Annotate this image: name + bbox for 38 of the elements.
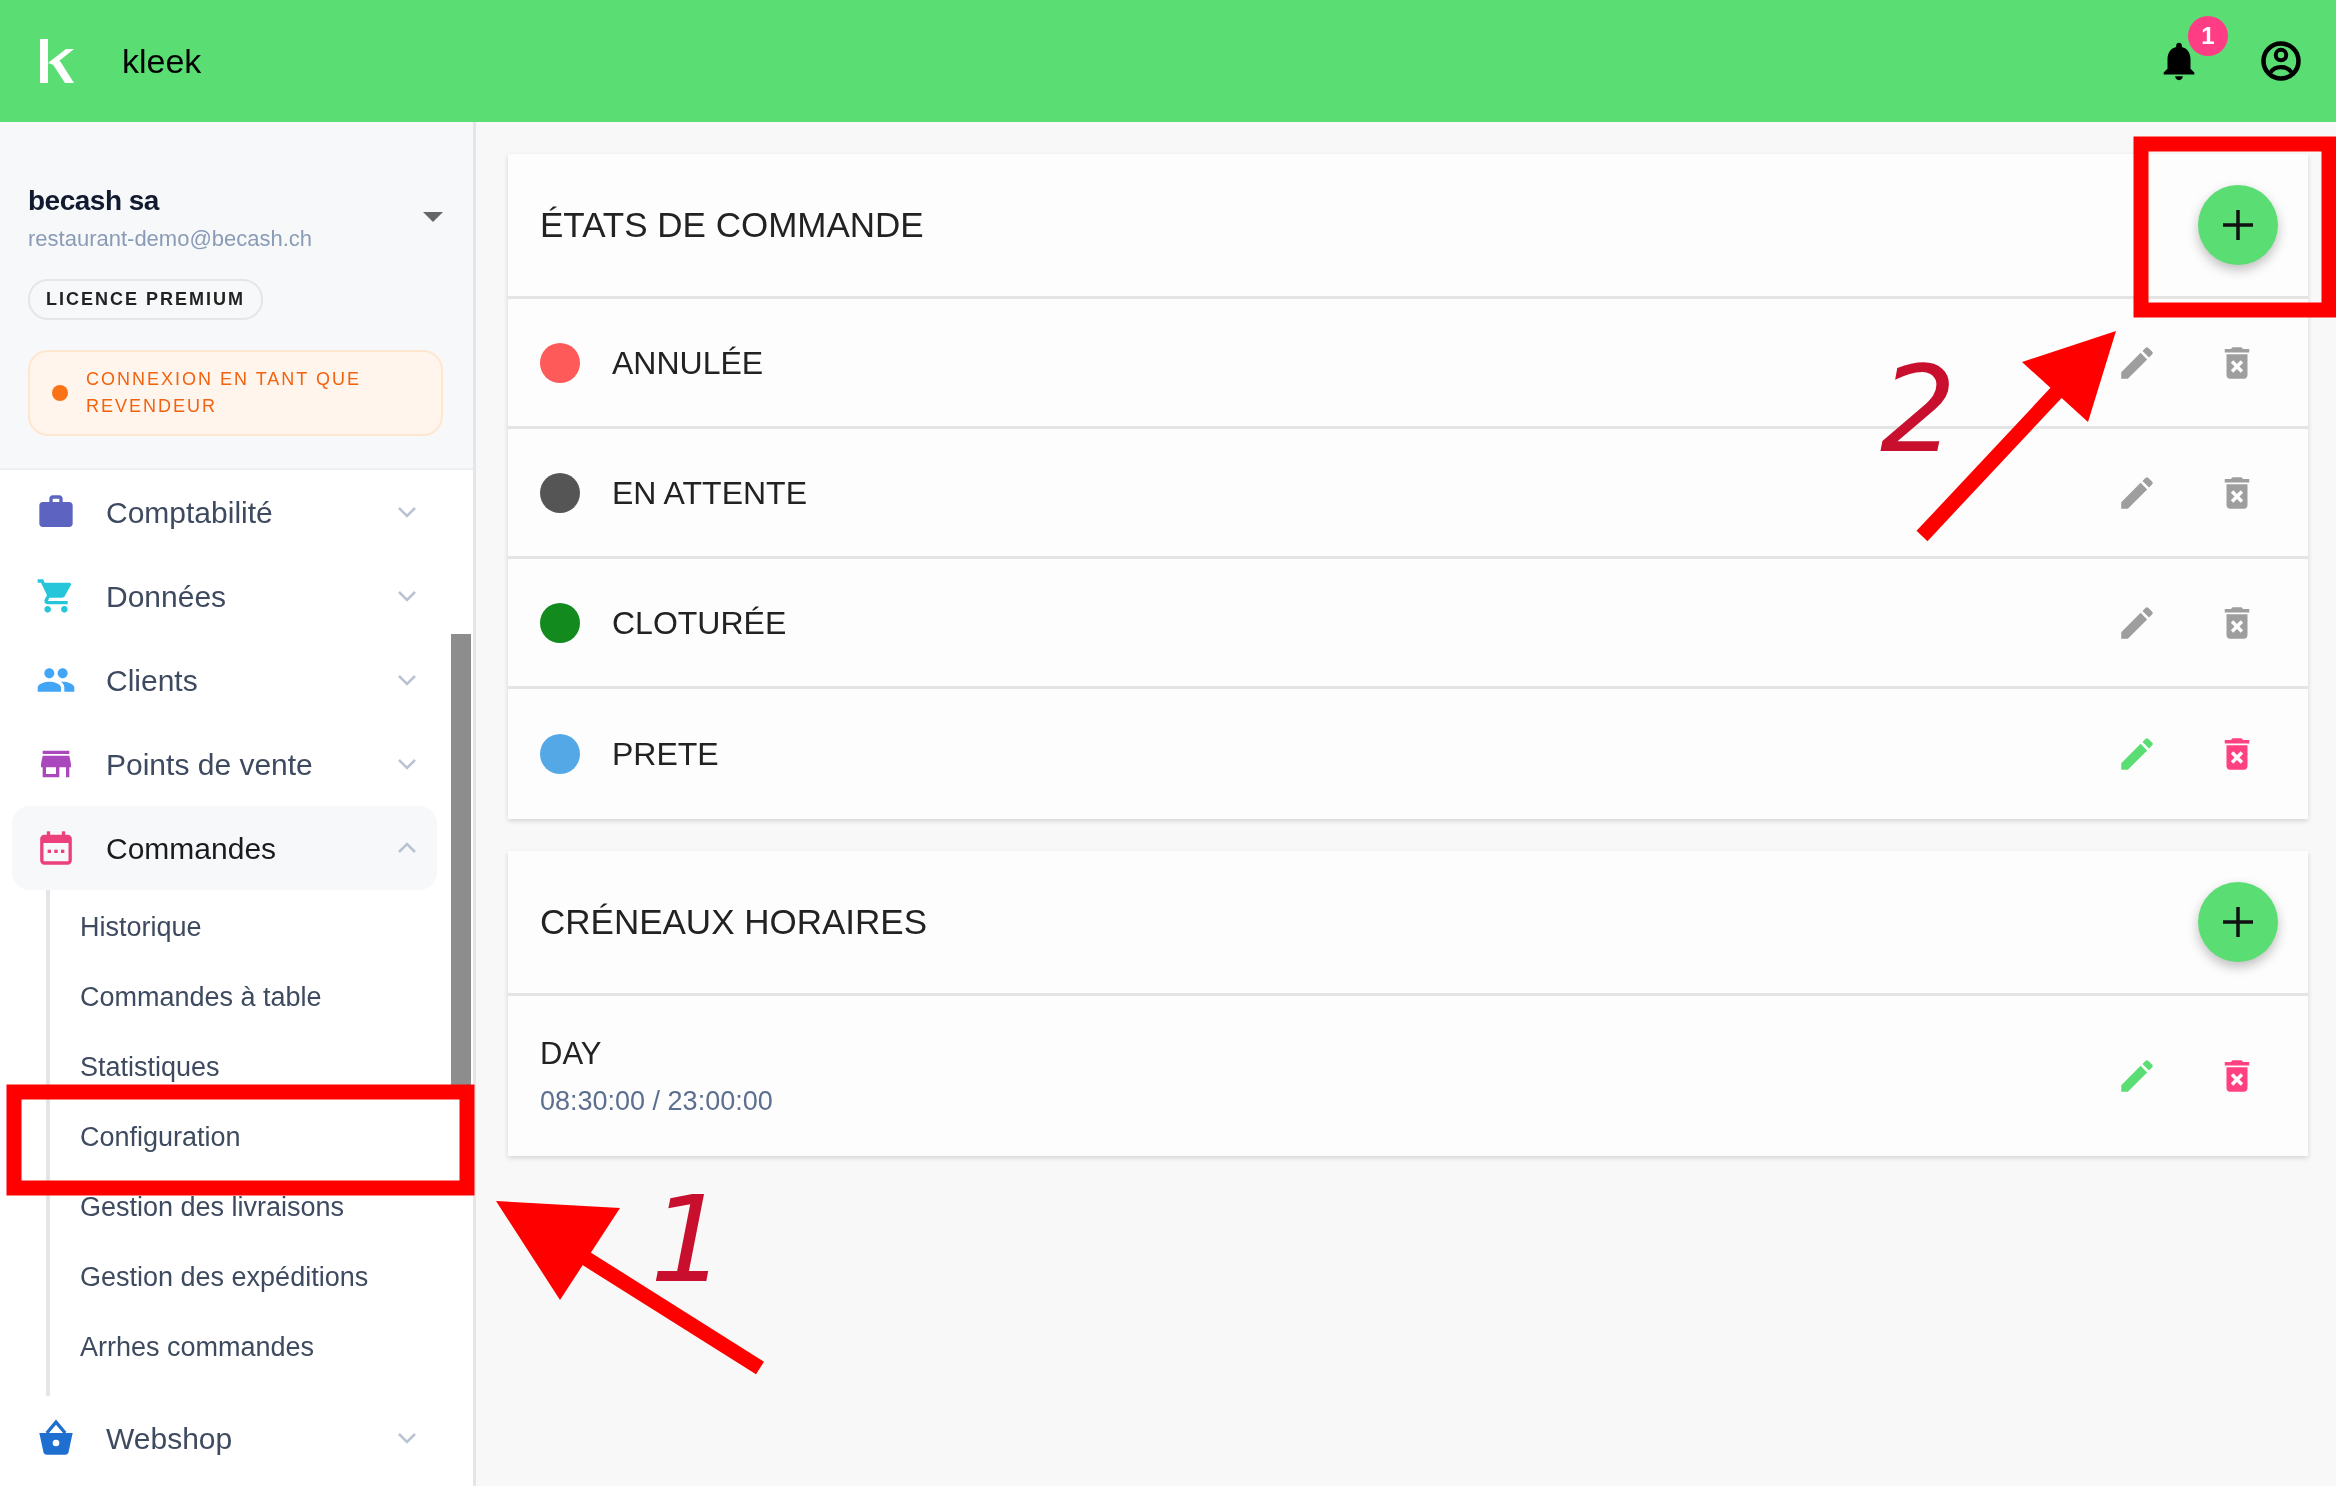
menu-item[interactable]: Comptabilité [12,470,437,554]
submenu-item[interactable]: Gestion des expéditions [50,1246,437,1316]
account-name: becash sa [28,184,161,218]
slot-time: 08:30:00 / 23:00:00 [540,1085,774,1118]
menu-item[interactable]: Clients [12,638,437,722]
submenu-item[interactable]: Arrhes commandes [50,1316,437,1386]
add-button[interactable] [2198,882,2278,962]
submenu-item[interactable]: Historique [50,896,437,966]
brand-name: kleek [122,40,202,82]
status-label: PRETE [612,735,720,774]
status-dot-icon [52,385,68,401]
annotation-number: 1 [650,1180,727,1300]
submenu-item[interactable]: Statistiques [50,1036,437,1106]
submenu-item[interactable]: Gestion des livraisons [50,1176,437,1246]
basket-icon [36,1418,76,1458]
section-title: ÉTATS DE COMMANDE [540,203,924,246]
annotation-number: 2 [1880,350,1957,470]
add-button[interactable] [2198,185,2278,265]
submenu-item[interactable]: Commandes à table [50,966,437,1036]
section-title: CRÉNEAUX HORAIRES [540,900,928,943]
menu-item[interactable]: Webshop [12,1396,437,1480]
dropdown-caret-icon[interactable] [423,211,443,224]
submenu-item[interactable]: Configuration [50,1106,437,1176]
account-email: restaurant-demo@becash.ch [28,225,314,253]
notification-badge: 1 [2188,16,2228,56]
plus-icon [2221,208,2255,242]
plus-icon [2221,905,2255,939]
menu-item[interactable]: Points de vente [12,722,437,806]
status-label: ANNULÉE [612,343,765,383]
license-badge: LICENCE PREMIUM [28,279,263,320]
menu-item[interactable]: Commandes [12,806,437,890]
logo-icon [40,39,74,83]
account-icon[interactable] [2260,40,2302,82]
status-label: CLOTURÉE [612,603,788,643]
slot-name: DAY [540,1034,603,1073]
notice-text: CONNEXION EN TANT QUE REVENDEUR [86,368,363,418]
menu-item[interactable]: Données [12,554,437,638]
status-label: EN ATTENTE [612,473,808,513]
